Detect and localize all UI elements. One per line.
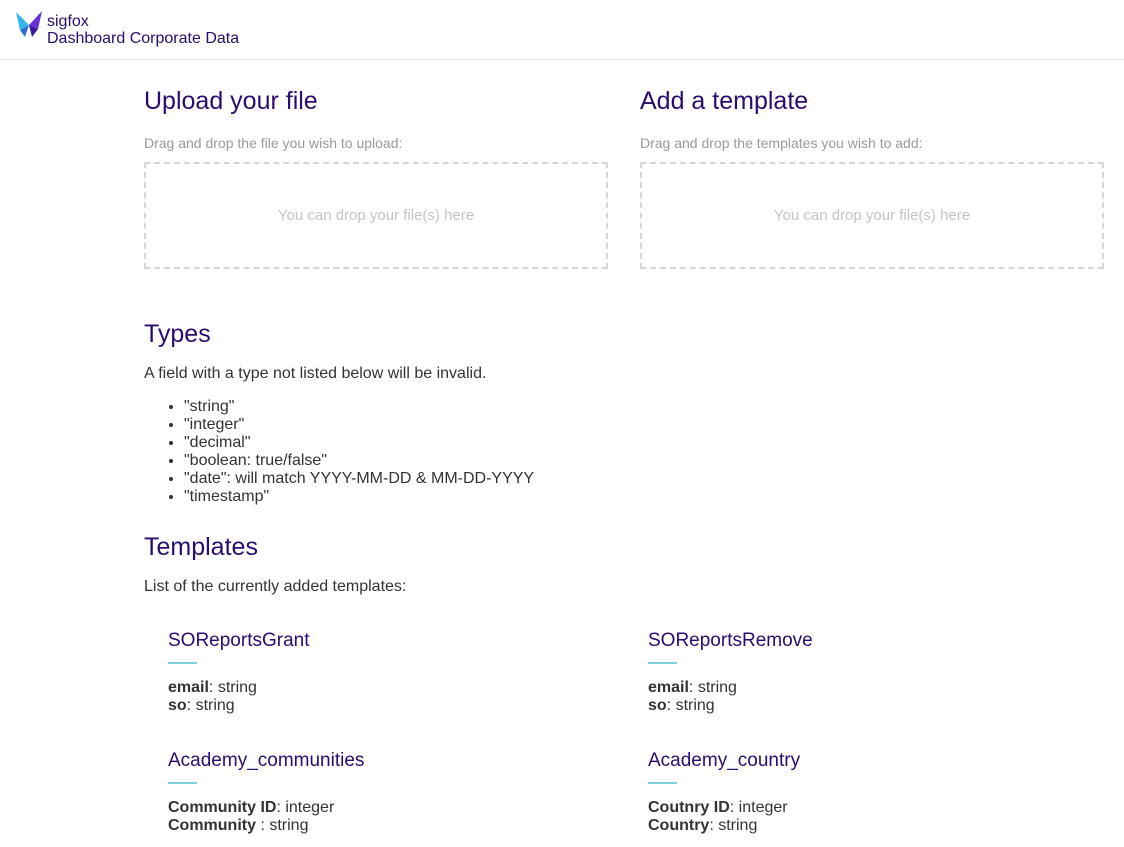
template-field: Coutnry ID: integer [648,799,1048,817]
template-name: Academy_country [648,750,801,771]
template-field: so: string [648,697,1048,715]
list-item: "timestamp" [184,488,534,506]
template-divider [648,782,677,784]
field-separator: : [688,679,698,696]
template-field: email: string [168,679,568,697]
template-name: SOReportsRemove [648,630,813,651]
brand-name: sigfox [47,13,89,30]
template-divider [168,662,197,664]
template-field: Community : string [168,817,568,835]
field-type: integer [285,799,335,816]
field-key: Community [168,817,261,834]
field-key: Community ID [168,799,277,816]
field-separator: : [729,799,739,816]
template-field: email: string [648,679,1048,697]
template-field: so: string [168,697,568,715]
template-card: Academy_country Coutnry ID: integer Coun… [648,750,1048,835]
template-divider [648,662,677,664]
upload-dropzone[interactable]: You can drop your file(s) here [144,162,608,269]
template-field: Country: string [648,817,1048,835]
list-item: "boolean: true/false" [184,452,534,470]
list-item: "decimal" [184,434,534,452]
app-header: sigfox Dashboard Corporate Data [0,0,1124,60]
app-subtitle: Dashboard Corporate Data [47,30,240,47]
field-type: string [269,817,309,834]
field-key: email [168,679,209,696]
template-field: Community ID: integer [168,799,568,817]
field-type: string [195,697,235,714]
field-key: email [648,679,689,696]
field-key: so [168,697,187,714]
templates-description: List of the currently added templates: [144,578,407,595]
field-separator: : [666,697,676,714]
template-dropzone[interactable]: You can drop your file(s) here [640,162,1104,269]
list-item: "integer" [184,416,534,434]
list-item: "date": will match YYYY-MM-DD & MM-DD-YY… [184,470,534,488]
sigfox-logo-icon[interactable] [14,10,44,38]
template-name: Academy_communities [168,750,365,771]
template-dropzone-text: You can drop your file(s) here [773,207,971,224]
field-type: string [718,817,758,834]
field-key: Coutnry ID [648,799,730,816]
add-template-title: Add a template [640,87,809,115]
field-separator: : [208,679,218,696]
template-divider [168,782,197,784]
field-key: Country [648,817,710,834]
upload-hint: Drag and drop the file you wish to uploa… [144,135,403,151]
types-description: A field with a type not listed below wil… [144,365,487,382]
field-separator: : [186,697,196,714]
field-separator: : [709,817,719,834]
field-type: string [675,697,715,714]
template-card: Academy_communities Community ID: intege… [168,750,568,835]
field-separator: : [260,817,270,834]
list-item: "string" [184,398,534,416]
types-list: "string" "integer" "decimal" "boolean: t… [144,398,534,506]
field-key: so [648,697,667,714]
field-type: integer [738,799,788,816]
template-card: SOReportsGrant email: string so: string [168,630,568,715]
field-separator: : [276,799,286,816]
upload-title: Upload your file [144,87,318,115]
field-type: string [697,679,737,696]
types-title: Types [144,320,211,348]
template-card: SOReportsRemove email: string so: string [648,630,1048,715]
upload-dropzone-text: You can drop your file(s) here [277,207,475,224]
templates-title: Templates [144,533,258,561]
template-name: SOReportsGrant [168,630,310,651]
add-template-hint: Drag and drop the templates you wish to … [640,135,923,151]
brand-text: sigfox Dashboard Corporate Data [47,13,239,47]
field-type: string [217,679,257,696]
